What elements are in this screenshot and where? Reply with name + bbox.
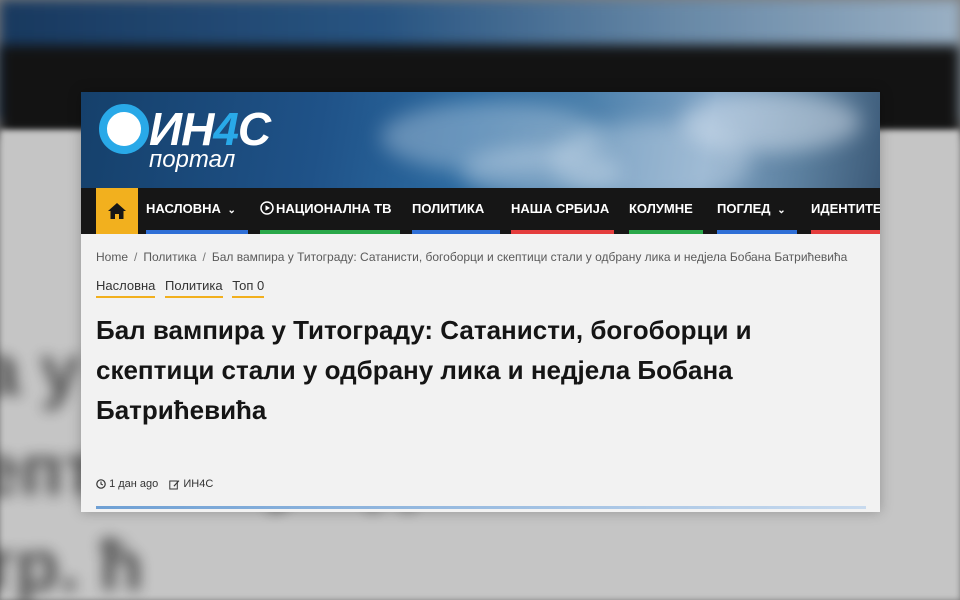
play-circle-icon — [260, 201, 274, 215]
home-icon — [108, 203, 126, 219]
nav-home-button[interactable] — [96, 188, 138, 234]
category-tag-politika[interactable]: Политика — [165, 278, 223, 298]
category-tag-naslovna[interactable]: Насловна — [96, 278, 156, 298]
nav-item-nacionalna-tv[interactable]: НАЦИОНАЛНА ТВ — [260, 188, 392, 230]
breadcrumb-current: Бал вампира у Титограду: Сатанисти, бого… — [211, 250, 848, 264]
site-header: ИН4С портал — [81, 92, 880, 188]
nav-item-kolumne[interactable]: КОЛУМНЕ — [629, 188, 693, 230]
chevron-down-icon: ⌄ — [227, 205, 236, 216]
nav-item-politika[interactable]: ПОЛИТИКА — [412, 188, 484, 230]
article-meta: 1 дан ago ИН4С — [96, 478, 213, 490]
category-tag-top[interactable]: Топ 0 — [232, 278, 265, 298]
article-title: Бал вампира у Титограду: Сатанисти, бого… — [96, 315, 752, 425]
clock-icon — [96, 479, 106, 489]
nav-item-identitet[interactable]: ИДЕНТИТЕ — [811, 188, 880, 230]
main-nav: НАСЛОВНА ⌄ НАЦИОНАЛНА ТВ ПОЛИТИКА НАША С… — [81, 188, 880, 234]
category-tags: Насловна Политика Топ 0 — [96, 278, 270, 298]
logo-ring-icon — [99, 104, 149, 154]
nav-item-nasha-srbija[interactable]: НАША СРБИЈА — [511, 188, 609, 230]
edit-icon — [169, 479, 180, 490]
nav-item-naslovna[interactable]: НАСЛОВНА ⌄ — [146, 188, 236, 230]
site-logo[interactable]: ИН4С портал — [97, 98, 307, 184]
article-time: 1 дан ago — [109, 478, 159, 491]
logo-subtitle: портал — [149, 146, 236, 173]
divider — [96, 506, 866, 509]
article-author[interactable]: ИН4С — [183, 478, 213, 490]
nav-item-pogled[interactable]: ПОГЛЕД ⌄ — [717, 188, 786, 230]
chevron-down-icon: ⌄ — [777, 205, 786, 216]
breadcrumb-politika[interactable]: Политика — [143, 250, 196, 264]
page-card: ИН4С портал НАСЛОВНА ⌄ НАЦИОНАЛНА ТВ ПОЛ… — [81, 92, 880, 512]
breadcrumb: Home / Политика / Бал вампира у Титограду: С… — [96, 250, 848, 264]
breadcrumb-home[interactable]: Home — [96, 250, 128, 264]
